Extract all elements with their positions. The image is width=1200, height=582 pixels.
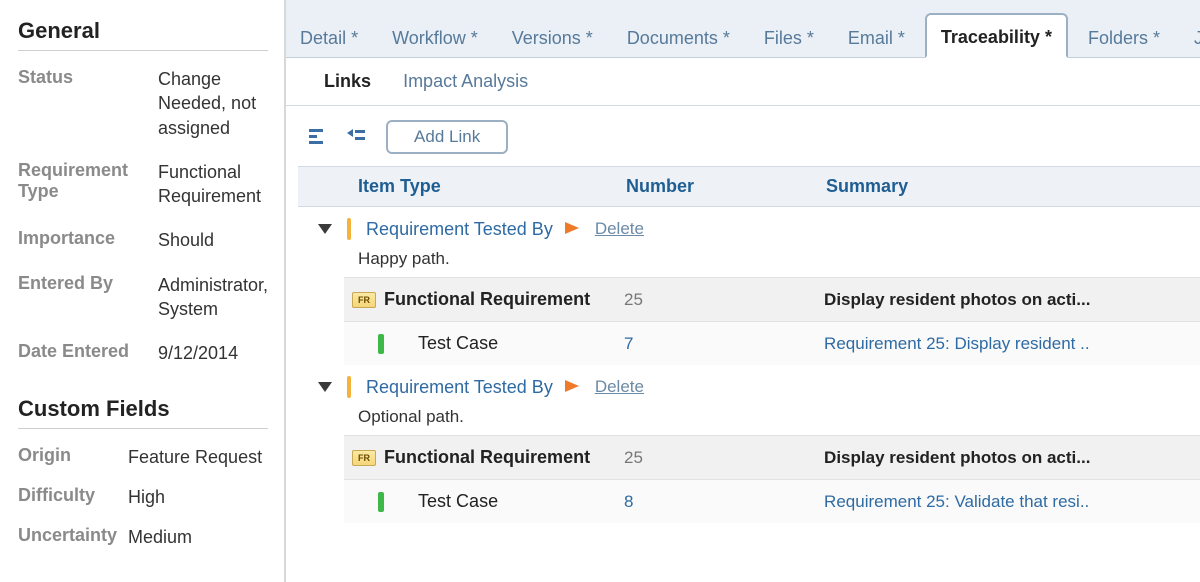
group-desc: Happy path. [358,249,1200,269]
tab-email[interactable]: Email * [834,16,919,57]
delete-link[interactable]: Delete [595,219,644,239]
group-name-link[interactable]: Requirement Tested By [366,219,553,240]
tab-versions[interactable]: Versions * [498,16,607,57]
indent-right-icon[interactable] [346,126,368,148]
delete-link[interactable]: Delete [595,377,644,397]
custom-fields-title: Custom Fields [18,396,268,429]
origin-label: Origin [18,445,128,466]
importance-value: Should [158,228,268,252]
link-icon [342,375,356,399]
field-status: Status Change Needed, not assigned [18,67,268,140]
add-link-button[interactable]: Add Link [386,120,508,154]
item-summary[interactable]: Requirement 25: Display resident .. [824,334,1200,354]
table-row[interactable]: Test Case 7 Requirement 25: Display resi… [344,321,1200,365]
item-type: Test Case [384,491,624,512]
item-number[interactable]: 7 [624,334,824,354]
general-title: General [18,18,268,51]
tab-files[interactable]: Files * [750,16,828,57]
item-type: Functional Requirement [384,447,624,468]
reqtype-value: Functional Requirement [158,160,268,209]
item-summary[interactable]: Requirement 25: Validate that resi.. [824,492,1200,512]
enteredby-value: Administrator, System [158,273,268,322]
th-item-type[interactable]: Item Type [298,176,626,197]
item-number[interactable]: 8 [624,492,824,512]
fr-badge-icon: FR [344,292,384,308]
field-enteredby: Entered By Administrator, System [18,273,268,322]
item-summary: Display resident photos on acti... [824,290,1200,310]
testcase-badge-icon [344,334,384,354]
table-head: Item Type Number Summary [298,167,1200,207]
status-value: Change Needed, not assigned [158,67,268,140]
th-number[interactable]: Number [626,176,826,197]
content-area: Add Link Item Type Number Summary Requir… [286,106,1200,582]
enteredby-label: Entered By [18,273,158,294]
table-row[interactable]: FR Functional Requirement 25 Display res… [344,435,1200,479]
field-reqtype: Requirement Type Functional Requirement [18,160,268,209]
links-toolbar: Add Link [286,120,1200,166]
dateentered-value: 9/12/2014 [158,341,268,365]
item-type: Test Case [384,333,624,354]
group-header: Requirement Tested By Delete [298,365,1200,403]
tab-folders[interactable]: Folders * [1074,16,1174,57]
expand-toggle[interactable] [318,224,332,234]
group-name-link[interactable]: Requirement Tested By [366,377,553,398]
difficulty-value: High [128,485,268,509]
field-dateentered: Date Entered 9/12/2014 [18,341,268,365]
item-number: 25 [624,448,824,468]
importance-label: Importance [18,228,158,249]
subtab-links[interactable]: Links [308,61,387,102]
right-panel: Detail * Workflow * Versions * Documents… [286,0,1200,582]
field-uncertainty: Uncertainty Medium [18,525,268,549]
flag-icon [563,220,581,238]
tab-traceability[interactable]: Traceability * [925,13,1068,58]
table-row[interactable]: FR Functional Requirement 25 Display res… [344,277,1200,321]
subtab-impact[interactable]: Impact Analysis [387,61,544,102]
item-number: 25 [624,290,824,310]
origin-value: Feature Request [128,445,268,469]
flag-icon [563,378,581,396]
difficulty-label: Difficulty [18,485,128,506]
link-icon [342,217,356,241]
table-row[interactable]: Test Case 8 Requirement 25: Validate tha… [344,479,1200,523]
dateentered-label: Date Entered [18,341,158,362]
status-label: Status [18,67,158,88]
field-difficulty: Difficulty High [18,485,268,509]
item-summary: Display resident photos on acti... [824,448,1200,468]
group-header: Requirement Tested By Delete [298,207,1200,245]
links-table: Item Type Number Summary Requirement Tes… [298,166,1200,523]
group-desc: Optional path. [358,407,1200,427]
tab-jira[interactable]: Jira Is [1180,16,1200,57]
tabs-row: Detail * Workflow * Versions * Documents… [286,0,1200,58]
item-type: Functional Requirement [384,289,624,310]
uncertainty-label: Uncertainty [18,525,128,546]
subtabs-row: Links Impact Analysis [286,58,1200,106]
reqtype-label: Requirement Type [18,160,158,202]
field-origin: Origin Feature Request [18,445,268,469]
tab-detail[interactable]: Detail * [286,16,372,57]
tab-documents[interactable]: Documents * [613,16,744,57]
testcase-badge-icon [344,492,384,512]
tab-workflow[interactable]: Workflow * [378,16,492,57]
indent-left-icon[interactable] [306,126,328,148]
fr-badge-icon: FR [344,450,384,466]
th-summary[interactable]: Summary [826,176,1200,197]
left-panel: General Status Change Needed, not assign… [0,0,286,582]
uncertainty-value: Medium [128,525,268,549]
expand-toggle[interactable] [318,382,332,392]
field-importance: Importance Should [18,228,268,252]
